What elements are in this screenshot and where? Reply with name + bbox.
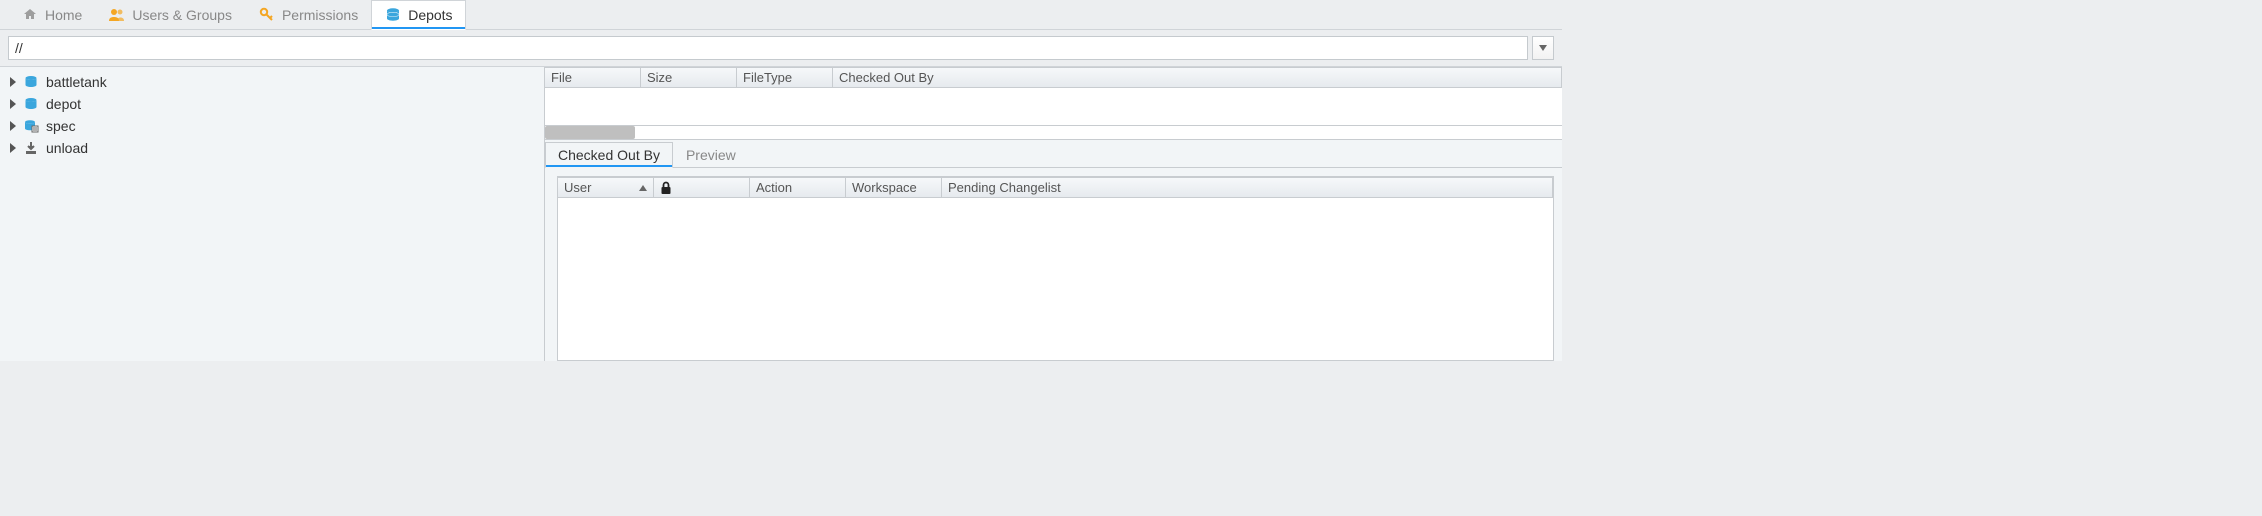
tab-depots[interactable]: Depots bbox=[371, 0, 465, 30]
expand-icon bbox=[10, 99, 16, 109]
main-split: battletank depot spec unload Fi bbox=[0, 67, 1562, 361]
expand-icon bbox=[10, 121, 16, 131]
path-dropdown-button[interactable] bbox=[1532, 36, 1554, 60]
expand-icon bbox=[10, 143, 16, 153]
detail-tabs: Checked Out By Preview bbox=[545, 140, 1562, 168]
tab-users-groups[interactable]: Users & Groups bbox=[95, 0, 245, 30]
chevron-down-icon bbox=[1539, 45, 1547, 51]
tree-item-label: spec bbox=[46, 118, 76, 134]
tree-item[interactable]: unload bbox=[0, 137, 544, 159]
tree-item-label: depot bbox=[46, 96, 81, 112]
lock-icon bbox=[660, 181, 672, 195]
path-bar bbox=[0, 30, 1562, 67]
depot-icon bbox=[22, 96, 40, 112]
tree-item-label: unload bbox=[46, 140, 88, 156]
col-size[interactable]: Size bbox=[641, 68, 737, 87]
depot-icon bbox=[22, 74, 40, 90]
col-filetype[interactable]: FileType bbox=[737, 68, 833, 87]
subtab-checked-out-by[interactable]: Checked Out By bbox=[545, 142, 673, 168]
key-icon bbox=[258, 6, 276, 24]
sort-asc-icon bbox=[639, 185, 647, 191]
tree-item-label: battletank bbox=[46, 74, 107, 90]
tab-label: Depots bbox=[408, 7, 452, 23]
col-user[interactable]: User bbox=[558, 178, 654, 197]
col-checked-out-by[interactable]: Checked Out By bbox=[833, 68, 1562, 87]
main-tabs: Home Users & Groups Permissions Depots bbox=[0, 0, 1562, 30]
tab-label: Users & Groups bbox=[132, 7, 232, 23]
files-grid-body bbox=[545, 88, 1562, 126]
col-action[interactable]: Action bbox=[750, 178, 846, 197]
depot-icon bbox=[384, 6, 402, 24]
checked-out-grid-body bbox=[558, 198, 1553, 360]
users-icon bbox=[108, 6, 126, 24]
tab-permissions[interactable]: Permissions bbox=[245, 0, 371, 30]
col-workspace[interactable]: Workspace bbox=[846, 178, 942, 197]
spec-icon bbox=[22, 118, 40, 134]
tree-item[interactable]: battletank bbox=[0, 71, 544, 93]
tab-home[interactable]: Home bbox=[8, 0, 95, 30]
tree-item[interactable]: spec bbox=[0, 115, 544, 137]
files-grid-scrollbar[interactable] bbox=[545, 126, 1562, 140]
col-lock[interactable] bbox=[654, 178, 750, 197]
home-icon bbox=[21, 6, 39, 24]
right-pane: File Size FileType Checked Out By Checke… bbox=[545, 67, 1562, 361]
expand-icon bbox=[10, 77, 16, 87]
col-file[interactable]: File bbox=[545, 68, 641, 87]
unload-icon bbox=[22, 140, 40, 156]
checked-out-grid-header: User Action Workspace Pending Changelist bbox=[558, 177, 1553, 198]
tab-label: Permissions bbox=[282, 7, 358, 23]
depot-tree: battletank depot spec unload bbox=[0, 67, 545, 361]
col-pending-changelist[interactable]: Pending Changelist bbox=[942, 178, 1553, 197]
subtab-preview[interactable]: Preview bbox=[673, 142, 749, 168]
tree-item[interactable]: depot bbox=[0, 93, 544, 115]
tab-label: Home bbox=[45, 7, 82, 23]
checked-out-grid: User Action Workspace Pending Changelist bbox=[557, 176, 1554, 361]
path-input[interactable] bbox=[8, 36, 1528, 60]
files-grid-header: File Size FileType Checked Out By bbox=[545, 67, 1562, 88]
